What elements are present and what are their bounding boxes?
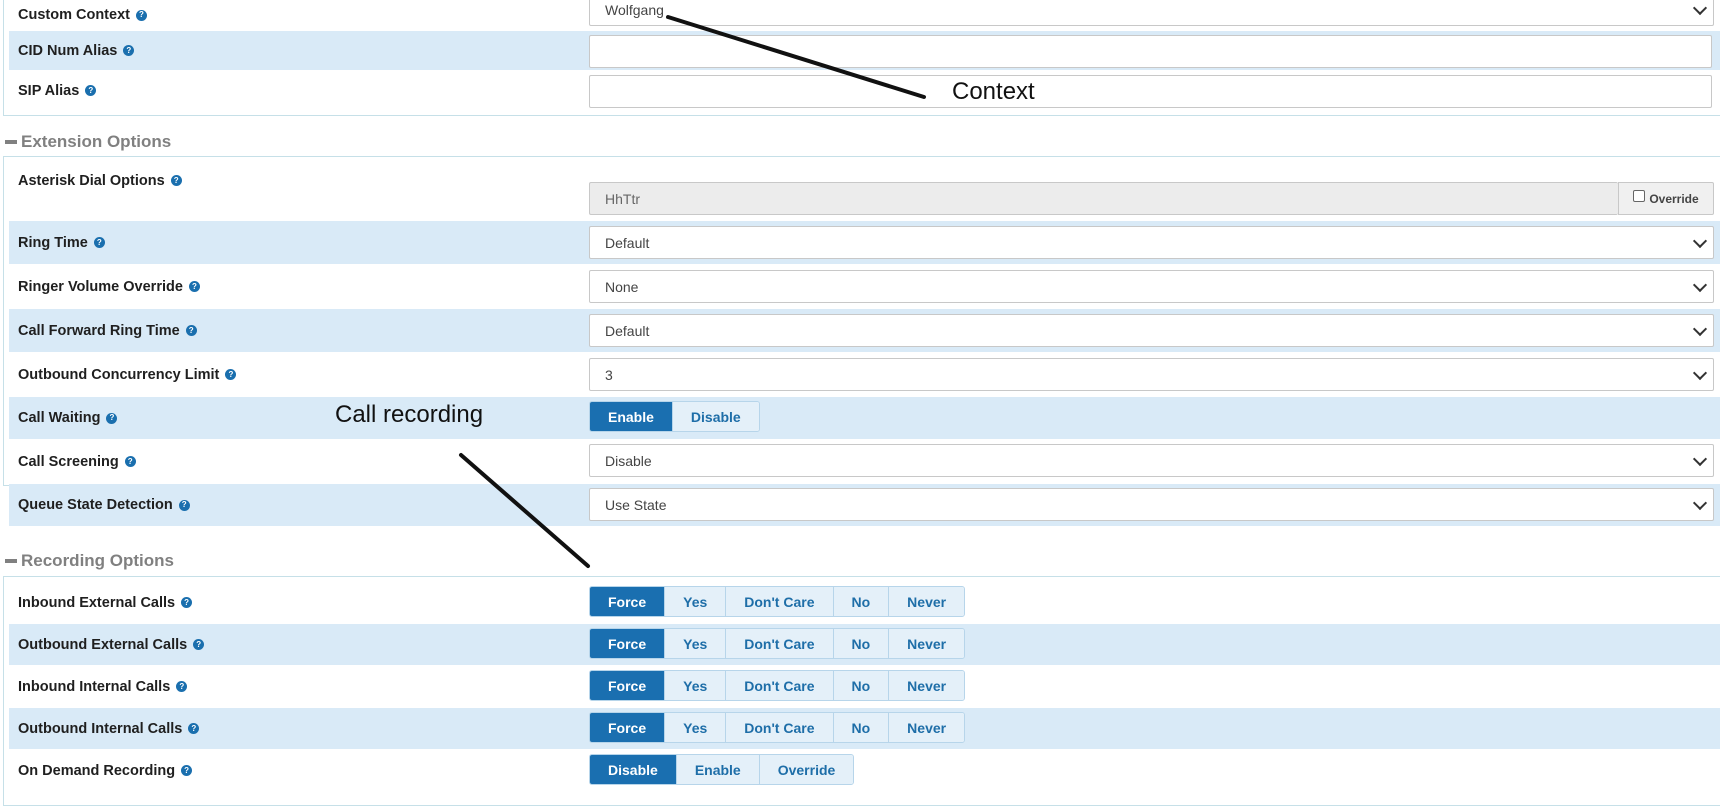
queue-state-detection-select[interactable]: Use State xyxy=(589,488,1714,521)
help-icon[interactable]: ? xyxy=(135,9,147,21)
collapse-icon xyxy=(5,559,17,563)
custom-context-select[interactable]: Wolfgang xyxy=(589,0,1714,26)
override-checkbox[interactable] xyxy=(1633,189,1646,202)
ring-time-select[interactable]: Default xyxy=(589,226,1714,259)
call-forward-ring-time-select[interactable]: Default xyxy=(589,314,1714,347)
label-call-screening: Call Screening? xyxy=(18,440,136,483)
asterisk-dial-options-input[interactable]: HhTtr xyxy=(589,182,1618,215)
annotation-context: Context xyxy=(952,78,1035,105)
call-screening-select[interactable]: Disable xyxy=(589,444,1714,477)
help-icon[interactable]: ? xyxy=(178,499,190,511)
help-icon[interactable]: ? xyxy=(85,85,97,96)
help-icon[interactable]: ? xyxy=(185,325,197,336)
inbound-internal-calls-choices: Force Yes Don't Care No Never xyxy=(589,670,966,701)
label-on-demand-recording: On Demand Recording? xyxy=(18,750,193,791)
label-ring-time: Ring Time? xyxy=(18,221,105,264)
outbound-external-calls-choices: Force Yes Don't Care No Never xyxy=(589,628,966,659)
label-sip-alias: SIP Alias? xyxy=(18,71,97,110)
label-asterisk-dial-options: Asterisk Dial Options? xyxy=(18,161,182,200)
call-waiting-enable-button[interactable]: Enable xyxy=(590,402,672,431)
label-inbound-external-calls: Inbound External Calls? xyxy=(18,582,193,623)
call-waiting-toggle: Enable Disable xyxy=(589,401,760,432)
label-call-forward-ring-time: Call Forward Ring Time? xyxy=(18,309,197,352)
choice-no[interactable]: No xyxy=(832,629,889,658)
choice-never[interactable]: Never xyxy=(888,587,965,616)
override-addon[interactable]: Override xyxy=(1618,182,1714,215)
choice-dont-care[interactable]: Don't Care xyxy=(725,587,833,616)
annotation-call-recording: Call recording xyxy=(335,401,484,428)
help-icon[interactable]: ? xyxy=(225,369,237,380)
outbound-concurrency-limit-select[interactable]: 3 xyxy=(589,358,1714,391)
choice-yes[interactable]: Yes xyxy=(664,629,726,658)
row-on-demand-recording: On Demand Recording? xyxy=(9,750,1720,791)
choice-yes[interactable]: Yes xyxy=(664,671,726,700)
label-outbound-concurrency-limit: Outbound Concurrency Limit? xyxy=(18,353,237,396)
label-call-waiting: Call Waiting? xyxy=(18,397,118,439)
label-custom-context: Custom Context? xyxy=(18,0,147,30)
choice-force[interactable]: Force xyxy=(590,671,665,700)
label-inbound-internal-calls: Inbound Internal Calls? xyxy=(18,666,188,707)
section-extension-options[interactable]: Extension Options xyxy=(5,130,171,154)
choice-force[interactable]: Force xyxy=(590,587,665,616)
on-demand-recording-toggle: Disable Enable Override xyxy=(589,754,855,785)
on-demand-disable-button[interactable]: Disable xyxy=(590,755,676,784)
label-ringer-volume-override: Ringer Volume Override? xyxy=(18,265,200,308)
label-cid-num-alias: CID Num Alias? xyxy=(18,31,135,70)
choice-force[interactable]: Force xyxy=(590,629,665,658)
help-icon[interactable]: ? xyxy=(124,456,136,467)
label-outbound-internal-calls: Outbound Internal Calls? xyxy=(18,708,200,749)
section-recording-options[interactable]: Recording Options xyxy=(5,549,174,573)
choice-dont-care[interactable]: Don't Care xyxy=(725,629,833,658)
collapse-icon xyxy=(5,140,17,144)
help-icon[interactable]: ? xyxy=(170,175,182,186)
choice-no[interactable]: No xyxy=(832,713,889,742)
row-call-waiting: Call Waiting? xyxy=(9,397,1720,439)
choice-never[interactable]: Never xyxy=(888,671,965,700)
sip-alias-input[interactable] xyxy=(589,75,1712,108)
label-outbound-external-calls: Outbound External Calls? xyxy=(18,624,205,665)
choice-yes[interactable]: Yes xyxy=(664,587,726,616)
cid-num-alias-input[interactable] xyxy=(589,35,1712,68)
help-icon[interactable]: ? xyxy=(106,412,118,424)
choice-dont-care[interactable]: Don't Care xyxy=(725,713,833,742)
inbound-external-calls-choices: Force Yes Don't Care No Never xyxy=(589,586,966,617)
help-icon[interactable]: ? xyxy=(181,765,193,776)
label-queue-state-detection: Queue State Detection? xyxy=(18,484,190,526)
help-icon[interactable]: ? xyxy=(188,723,200,734)
call-waiting-disable-button[interactable]: Disable xyxy=(671,402,759,431)
choice-force[interactable]: Force xyxy=(590,713,665,742)
choice-yes[interactable]: Yes xyxy=(664,713,726,742)
help-icon[interactable]: ? xyxy=(188,281,200,292)
help-icon[interactable]: ? xyxy=(93,237,105,248)
choice-never[interactable]: Never xyxy=(888,713,965,742)
help-icon[interactable]: ? xyxy=(181,597,193,608)
help-icon[interactable]: ? xyxy=(193,639,205,650)
on-demand-enable-button[interactable]: Enable xyxy=(675,755,759,784)
on-demand-override-button[interactable]: Override xyxy=(758,755,854,784)
choice-dont-care[interactable]: Don't Care xyxy=(725,671,833,700)
choice-never[interactable]: Never xyxy=(888,629,965,658)
ringer-volume-override-select[interactable]: None xyxy=(589,270,1714,303)
choice-no[interactable]: No xyxy=(832,587,889,616)
choice-no[interactable]: No xyxy=(832,671,889,700)
outbound-internal-calls-choices: Force Yes Don't Care No Never xyxy=(589,712,966,743)
help-icon[interactable]: ? xyxy=(123,45,135,56)
help-icon[interactable]: ? xyxy=(176,681,188,692)
